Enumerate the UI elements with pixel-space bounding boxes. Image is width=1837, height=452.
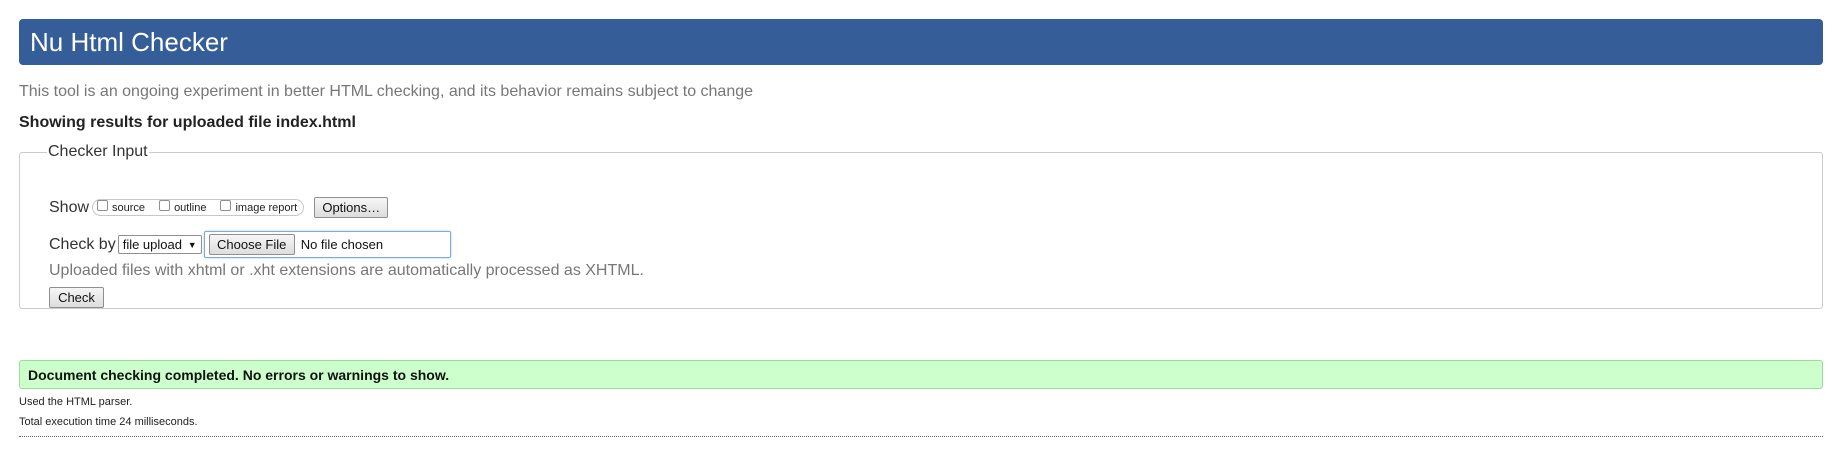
show-source-option[interactable]: source <box>97 200 146 214</box>
image-report-checkbox[interactable] <box>220 200 232 211</box>
xhtml-note: Uploaded files with xhtml or .xht extens… <box>49 262 644 279</box>
page-header: Nu Html Checker <box>19 19 1823 65</box>
checker-input-legend: Checker Input <box>48 143 148 160</box>
results-heading: Showing results for uploaded file index.… <box>19 114 356 131</box>
checker-input-fieldset: Checker Input Show source outline image … <box>19 143 1823 309</box>
source-checkbox[interactable] <box>97 200 109 211</box>
execution-time: Total execution time 24 milliseconds. <box>19 416 198 428</box>
dotted-divider <box>19 436 1823 437</box>
page-title: Nu Html Checker <box>30 26 228 57</box>
choose-file-button[interactable]: Choose File <box>208 234 295 255</box>
file-status-text: No file chosen <box>300 237 384 252</box>
show-image-report-option[interactable]: image report <box>220 200 298 214</box>
dropdown-arrow-icon: ▼ <box>187 239 197 250</box>
show-row: Show source outline image report Options… <box>49 197 389 218</box>
check-by-row: Check by file upload ▼ Choose File No fi… <box>49 231 451 258</box>
file-input[interactable]: Choose File No file chosen <box>203 231 451 258</box>
success-message: Document checking completed. No errors o… <box>19 360 1823 389</box>
intro-text: This tool is an ongoing experiment in be… <box>19 83 754 100</box>
outline-checkbox[interactable] <box>159 200 171 211</box>
show-label: Show <box>49 198 90 216</box>
outline-checkbox-label: outline <box>174 201 207 214</box>
parser-info: Used the HTML parser. <box>19 396 133 408</box>
image-report-checkbox-label: image report <box>235 201 298 214</box>
check-by-select[interactable]: file upload ▼ <box>117 235 202 254</box>
show-options-group: source outline image report <box>92 199 305 216</box>
check-button[interactable]: Check <box>49 287 104 308</box>
options-button[interactable]: Options… <box>314 197 389 218</box>
source-checkbox-label: source <box>112 201 146 214</box>
check-by-label: Check by <box>49 235 116 253</box>
show-outline-option[interactable]: outline <box>159 200 207 214</box>
check-by-selected-value: file upload <box>122 237 182 252</box>
